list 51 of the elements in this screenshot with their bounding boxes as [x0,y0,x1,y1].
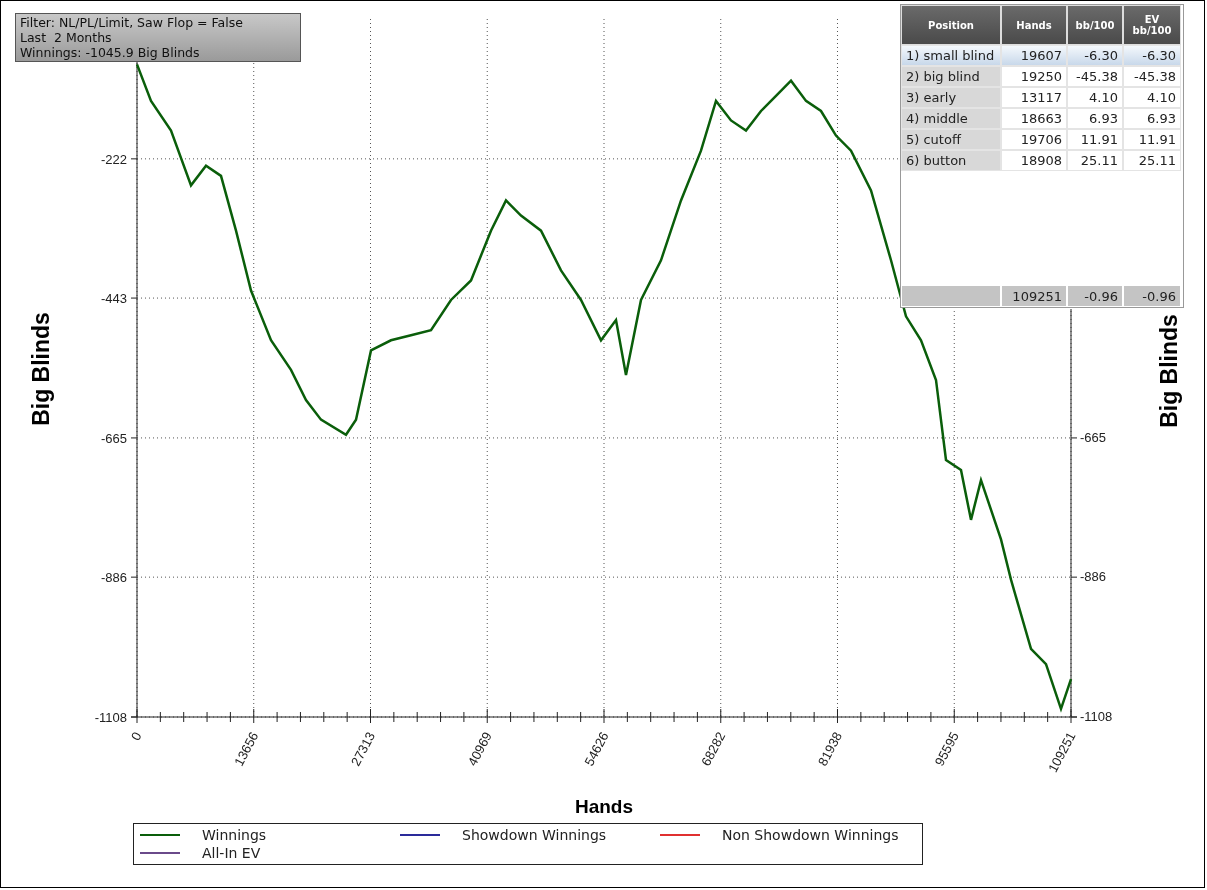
tick-label: -222 [100,151,127,167]
axis-title: Big Blinds [1156,314,1182,428]
filter-text: Winnings: -1045.9 Big Blinds [20,45,201,60]
filter-text: Last 2 Months [20,30,113,45]
table-cell: 5) cutoff [901,129,1001,150]
table-cell: 4) middle [901,108,1001,129]
filter-text: Filter: NL/PL/Limit, Saw Flop = False [20,15,244,30]
legend-label: Showdown Winnings [462,827,607,843]
table-cell: 11.91 [1123,129,1181,150]
table-cell: 19706 [1001,129,1067,150]
legend-label: Winnings [202,827,267,843]
table-cell: -45.38 [1123,66,1181,87]
table-cell: 11.91 [1067,129,1123,150]
column-header[interactable]: EV bb/100 [1123,5,1181,45]
table-cell: 19607 [1001,45,1067,66]
column-header[interactable]: bb/100 [1067,5,1123,45]
right-tick-label: -1108 [1080,709,1113,724]
table-cell: 25.11 [1123,150,1181,171]
column-header[interactable]: Hands [1001,5,1067,45]
table-cell: 1) small blind [901,45,1001,66]
table-cell: 6.93 [1067,108,1123,129]
tick-label: -665 [100,430,127,446]
table-cell: 2) big blind [901,66,1001,87]
total-cell: -0.96 [1123,285,1181,307]
tick-label: -886 [100,570,127,586]
table-cell: 18908 [1001,150,1067,171]
table-cell: -45.38 [1067,66,1123,87]
table-cell: 19250 [1001,66,1067,87]
right-tick-label: -886 [1080,569,1107,585]
legend-label: All-In EV [202,845,261,861]
legend-label: Non Showdown Winnings [722,827,899,843]
tick-label: 40969 [464,729,495,769]
column-header[interactable]: Position [901,5,1001,45]
table-cell: -6.30 [1067,45,1123,66]
table-cell: 25.11 [1067,150,1123,171]
axis-title: Big Blinds [28,312,54,426]
table-cell: 18663 [1001,108,1067,129]
table-cell: 6) button [901,150,1001,171]
table-cell: 6.93 [1123,108,1181,129]
axis-title: Hands [574,796,634,817]
table-cell: 4.10 [1123,87,1181,108]
tick-label: 0 [128,729,145,743]
table-cell: 13117 [1001,87,1067,108]
tick-label: -1108 [94,710,127,725]
total-cell: 109251 [1001,285,1067,307]
right-tick-label: -665 [1080,429,1107,445]
table-cell: 4.10 [1067,87,1123,108]
table-cell: -6.30 [1123,45,1181,66]
total-cell: -0.96 [1067,285,1123,307]
tick-label: -443 [100,291,127,307]
table-cell: 3) early [901,87,1001,108]
